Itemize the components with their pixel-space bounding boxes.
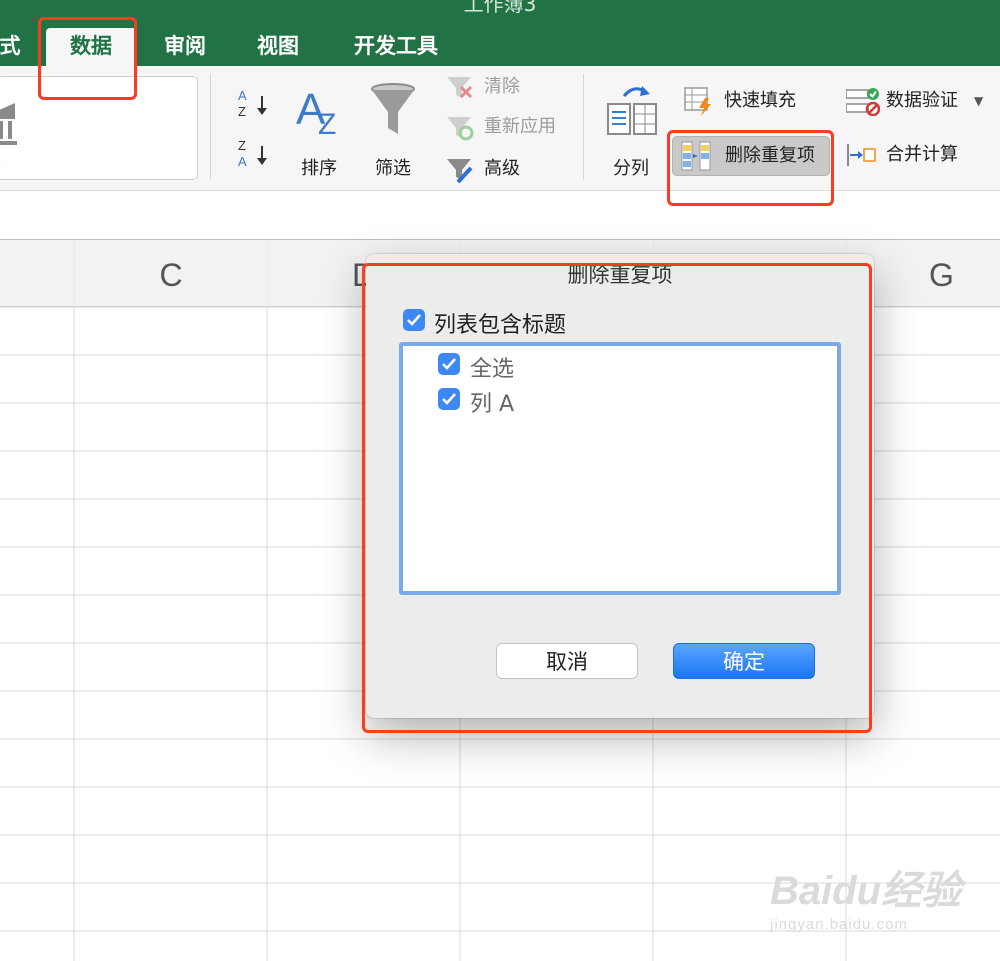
column-header-c[interactable]: C: [75, 240, 267, 307]
tab-developer[interactable]: 开发工具: [340, 32, 452, 66]
flash-fill-label: 快速填充: [724, 90, 796, 111]
column-header-g-label: G: [929, 257, 954, 293]
sort-az-icon: A Z: [238, 88, 267, 119]
watermark-url: jingyan.baidu.com: [770, 916, 908, 933]
ribbon-separator: [583, 74, 584, 180]
flash-fill-button[interactable]: 快速填充: [684, 86, 814, 116]
reapply-icon: [447, 117, 474, 141]
data-validation-label: 数据验证: [886, 90, 958, 111]
sort-za-icon: Z A: [238, 138, 267, 169]
advanced-filter-icon: [447, 159, 473, 184]
advanced-label: 高级: [484, 158, 520, 179]
text-to-columns-button[interactable]: 分列: [602, 76, 660, 180]
funnel-icon: [371, 83, 415, 134]
tab-formulas[interactable]: 式: [0, 32, 26, 66]
text-to-columns-icon: [607, 86, 657, 135]
formula-bar[interactable]: [0, 190, 1000, 240]
consolidate-icon: [847, 144, 876, 166]
filter-label: 筛选: [375, 158, 411, 179]
consolidate-label: 合并计算: [886, 144, 958, 165]
text-to-columns-label: 分列: [613, 158, 649, 179]
reapply-button[interactable]: 重新应用: [444, 112, 574, 142]
partial-label: E: [0, 149, 1, 168]
column-header-b[interactable]: [0, 240, 74, 307]
ribbon-separator: [210, 74, 211, 180]
svg-text:A: A: [238, 88, 247, 103]
ribbon: E A Z Z A A Z 排序 筛选: [0, 66, 1000, 190]
data-validation-icon: [846, 88, 880, 116]
svg-text:Z: Z: [318, 108, 336, 136]
advanced-filter-button[interactable]: 高级: [444, 154, 544, 184]
window-title: 工作簿3: [463, 0, 537, 16]
sort-button[interactable]: A Z 排序: [290, 76, 348, 180]
watermark-logo: Baidu经验: [770, 869, 962, 913]
tab-view[interactable]: 视图: [243, 32, 313, 66]
filter-button[interactable]: 筛选: [364, 76, 422, 180]
clear-filter-button[interactable]: 清除: [444, 72, 564, 102]
consolidate-button[interactable]: 合并计算: [846, 140, 976, 170]
highlight-remove-duplicates: [667, 130, 834, 206]
flash-fill-icon: [684, 87, 711, 116]
sort-label: 排序: [301, 158, 337, 179]
svg-text:Z: Z: [238, 138, 246, 153]
svg-text:A: A: [238, 154, 247, 169]
reapply-label: 重新应用: [484, 116, 556, 137]
data-validation-button[interactable]: 数据验证 ▼: [846, 86, 992, 116]
sort-ascending-button[interactable]: A Z: [236, 86, 270, 120]
svg-text:Z: Z: [238, 104, 246, 119]
title-bar: 工作簿3 式 数据 审阅 视图 开发工具: [0, 0, 1000, 66]
sort-descending-button[interactable]: Z A: [236, 136, 270, 170]
clear-filter-icon: [447, 77, 473, 99]
clear-label: 清除: [484, 76, 520, 97]
tab-review[interactable]: 审阅: [150, 32, 220, 66]
highlight-data-tab: [38, 17, 137, 100]
sort-icon: A Z: [296, 85, 336, 136]
chevron-down-icon[interactable]: ▼: [974, 86, 983, 116]
highlight-dialog: [362, 263, 872, 733]
watermark: Baidu经验 jingyan.baidu.com: [770, 858, 961, 933]
bank-icon: [0, 103, 17, 145]
